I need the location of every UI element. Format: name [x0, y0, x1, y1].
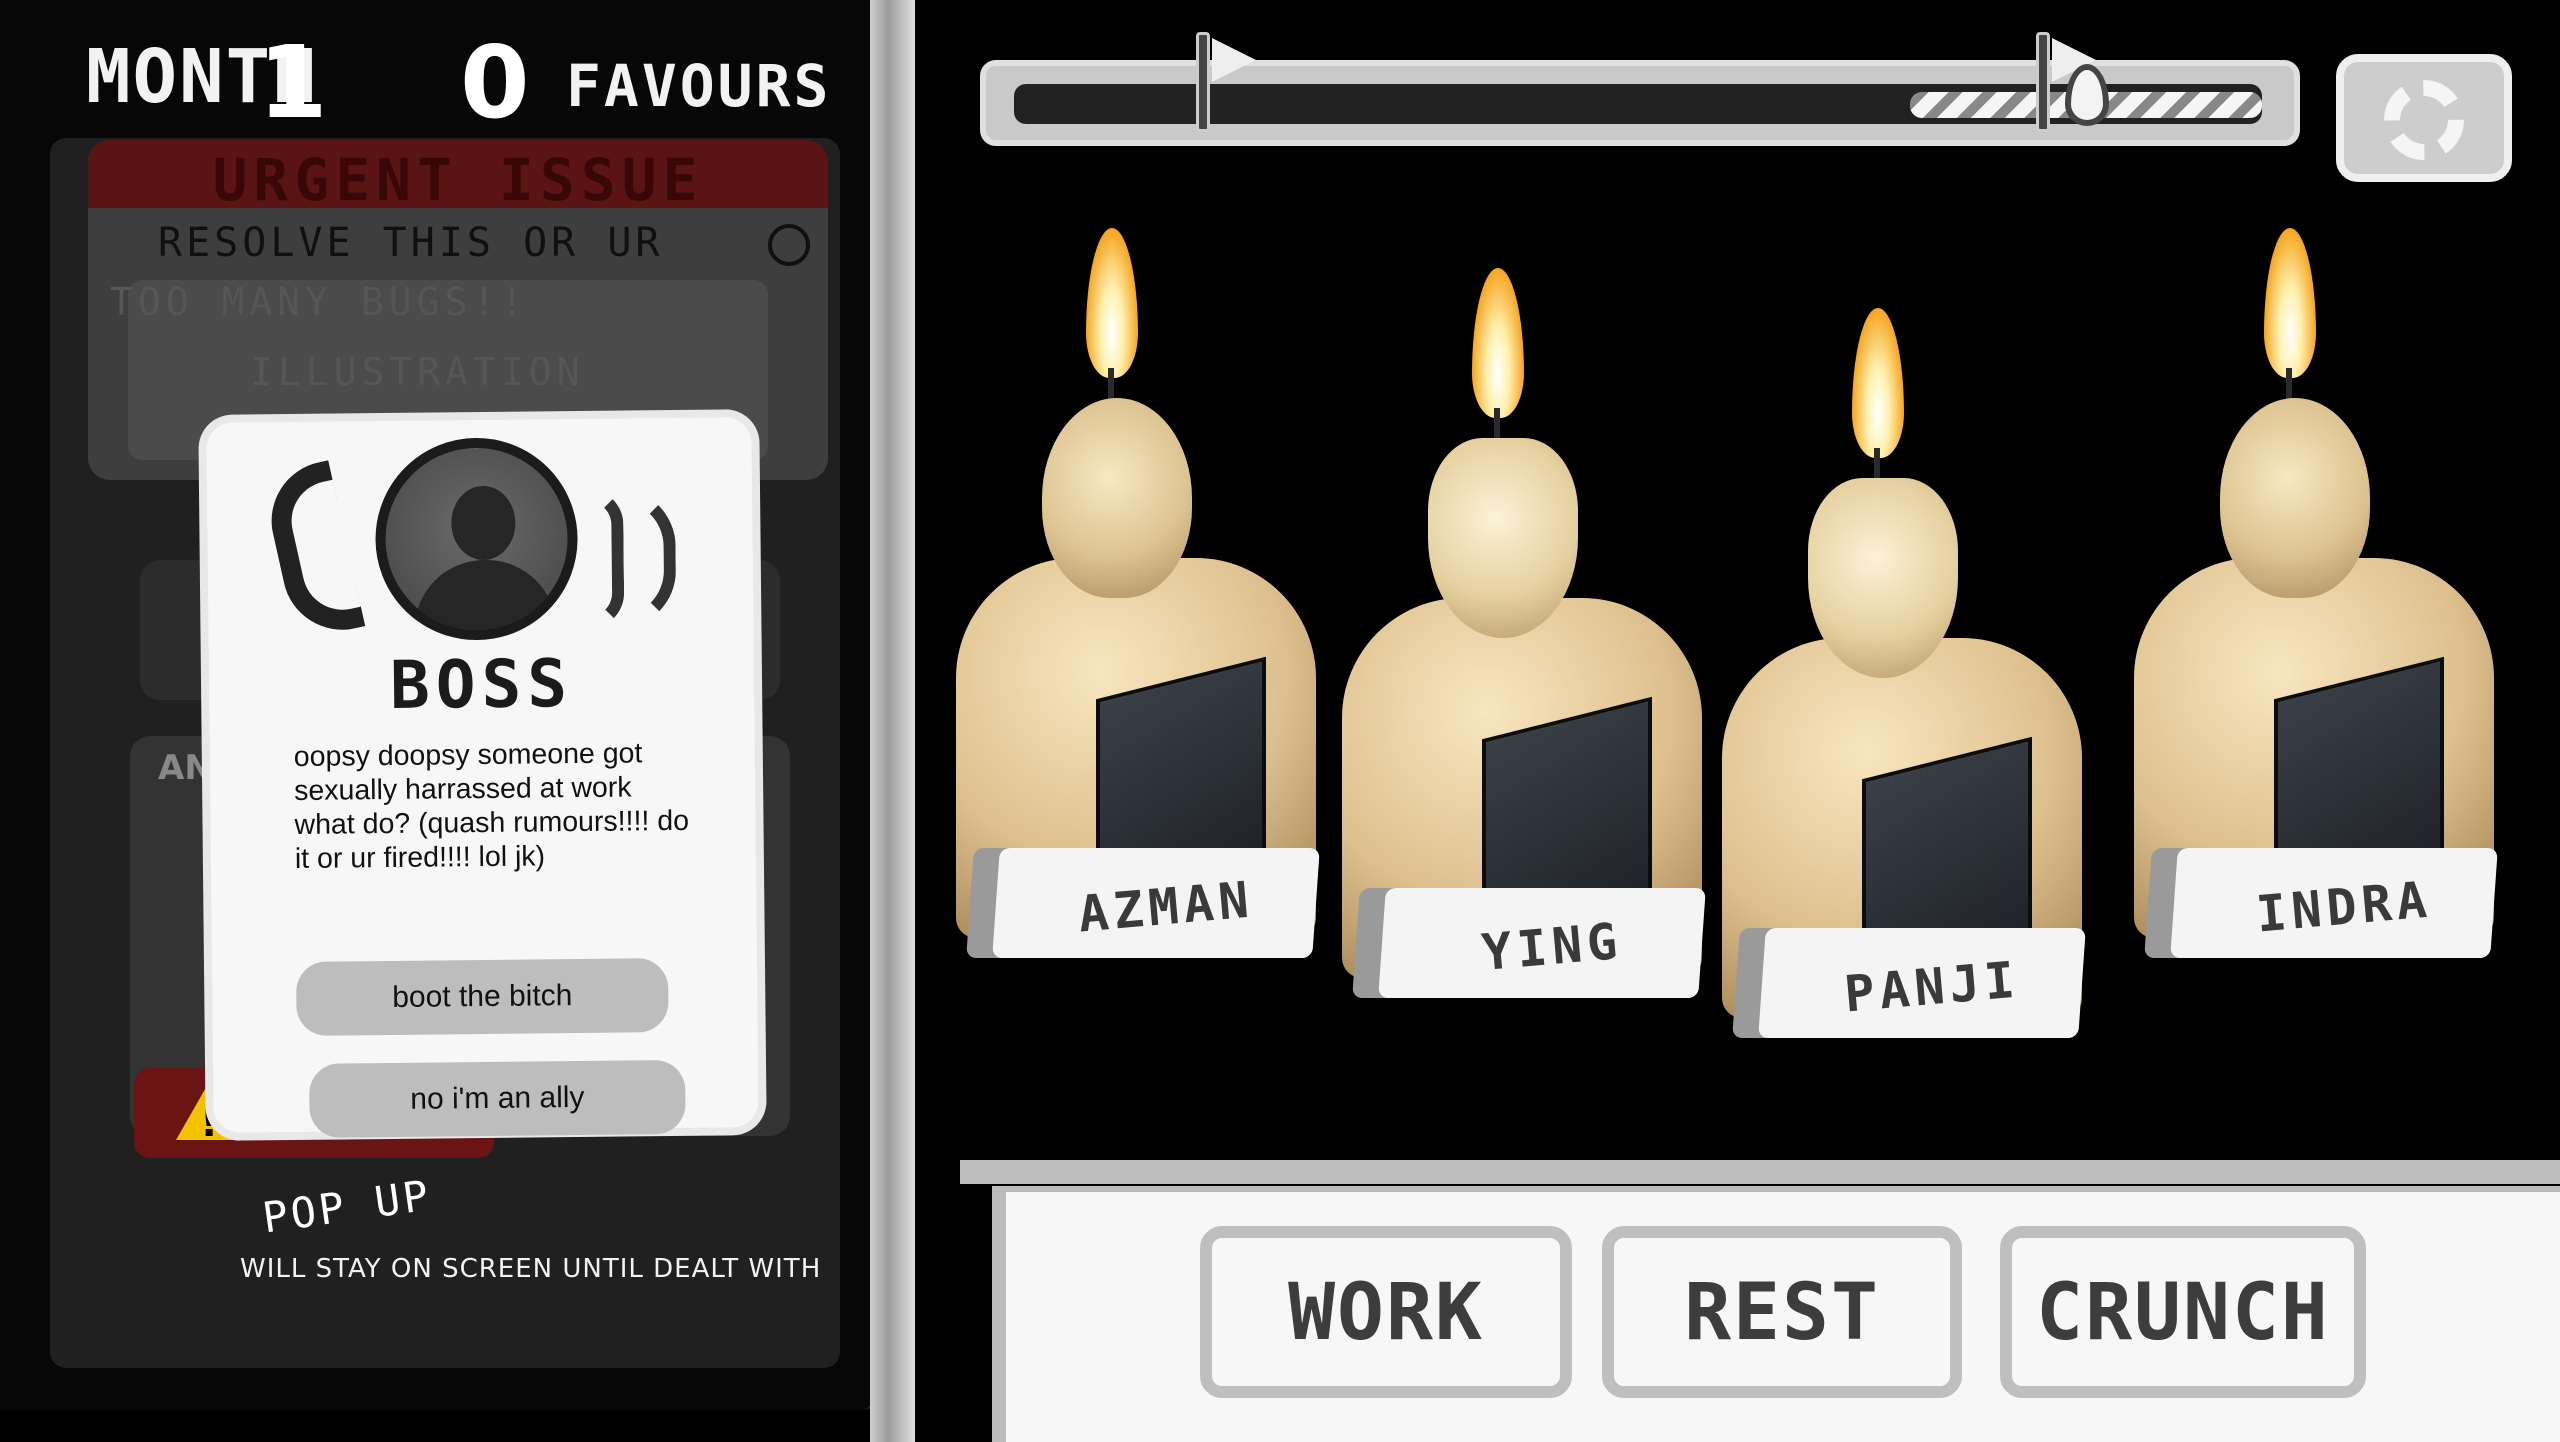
avatar-head — [450, 485, 516, 561]
flame-icon — [1472, 268, 1524, 418]
flag-icon — [1196, 32, 1210, 132]
panel-frame — [870, 0, 915, 1442]
crunch-button[interactable]: CRUNCH — [2000, 1226, 2366, 1398]
boss-call-popup: BOSS oopsy doopsy someone got sexually h… — [206, 417, 759, 1138]
flag-icon — [2036, 32, 2050, 132]
issue-card-label: AN — [158, 748, 213, 788]
statue-head — [1428, 438, 1578, 638]
gear-icon[interactable] — [2384, 80, 2464, 160]
worker-candle-azman[interactable]: AZMAN — [946, 228, 1326, 1018]
popup-message: oopsy doopsy someone got sexually harras… — [293, 737, 690, 875]
choice-button-boot[interactable]: boot the bitch — [295, 958, 669, 1036]
flame-icon — [1852, 308, 1904, 458]
urgent-issue-item: TOO MANY BUGS!! — [110, 280, 529, 324]
work-button[interactable]: WORK — [1200, 1226, 1572, 1398]
favours-value: 0 — [460, 24, 530, 141]
boss-avatar — [374, 436, 579, 642]
month-value: 1 — [258, 24, 328, 141]
flame-icon — [2264, 228, 2316, 378]
rest-button[interactable]: REST — [1602, 1226, 1962, 1398]
worker-candle-ying[interactable]: YING — [1332, 268, 1712, 1058]
flag-icon — [1212, 38, 1256, 82]
flame-icon — [1086, 228, 1138, 378]
worker-candle-panji[interactable]: PANJI — [1712, 308, 2092, 1098]
caller-name: BOSS — [389, 645, 574, 724]
urgent-issue-subtitle: RESOLVE THIS OR UR — [158, 220, 664, 266]
check-icon — [768, 224, 810, 266]
avatar-body — [413, 559, 557, 642]
shelf — [960, 1160, 2560, 1184]
favours-label: FAVOURS — [566, 52, 832, 120]
statue-head — [1042, 398, 1192, 598]
choice-button-ally[interactable]: no i'm an ally — [309, 1059, 686, 1138]
urgent-issue-title: URGENT ISSUE — [212, 146, 704, 214]
annotation-text: WILL STAY ON SCREEN UNTIL DEALT WITH — [240, 1254, 822, 1284]
statue-head — [2220, 398, 2370, 598]
urgent-issue-item: ILLUSTRATION — [250, 350, 585, 394]
phone-icon — [259, 460, 366, 642]
worker-candle-indra[interactable]: INDRA — [2124, 228, 2504, 1018]
statue-head — [1808, 478, 1958, 678]
sound-waves-icon — [587, 487, 677, 629]
